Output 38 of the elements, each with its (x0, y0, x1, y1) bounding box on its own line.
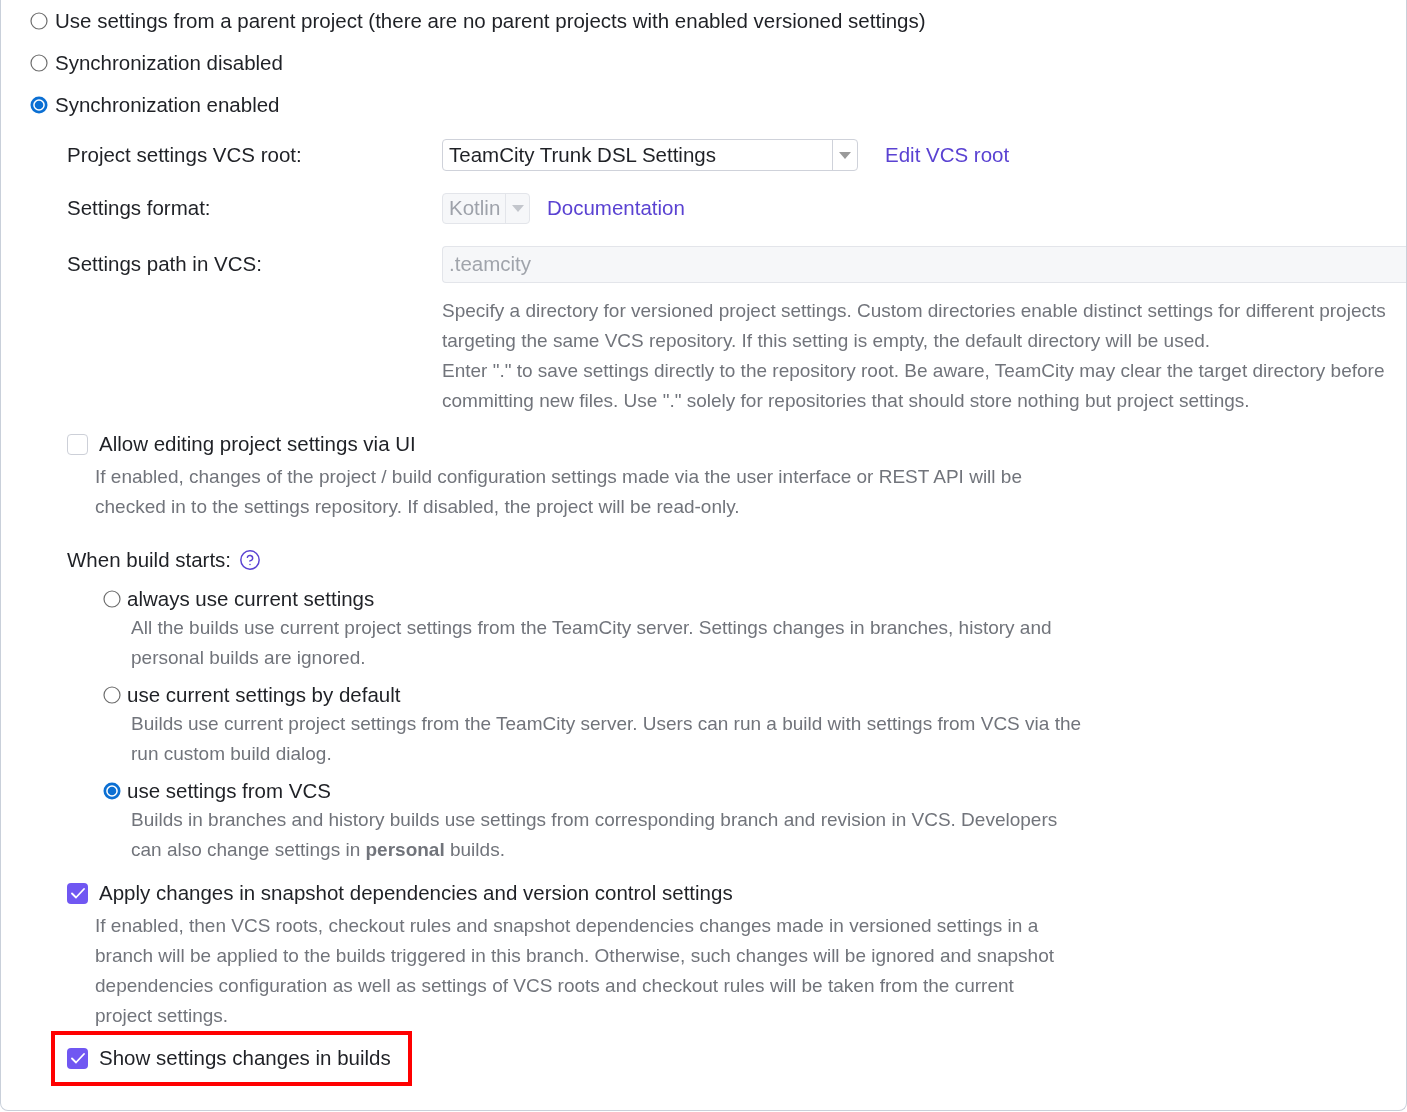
field-label: Settings path in VCS: (67, 251, 263, 278)
help-text: Specify a directory for versioned project settings. Custom directories enable distinct settings for different projects targeting the same VCS repository. If this setting is empty, the default directory will be used. (442, 299, 1387, 353)
field-label: Settings format: (67, 195, 212, 222)
option-label: always use current settings (127, 585, 375, 612)
option-description: If enabled, then VCS roots, checkout rules and snapshot dependencies changes made in versioned settings in a branch will be applied to the builds triggered in this branch. Otherwise, such changes will be ignored and snapshot dependencies configuration as well as settings of VCS roots and checkout rules will be taken from the current project settings. (95, 914, 1056, 1028)
checkmark-icon (70, 1053, 85, 1064)
checkbox[interactable] (67, 882, 88, 904)
checkmark-icon (70, 887, 85, 899)
caret-icon (511, 205, 524, 212)
dropdown-select[interactable]: TeamCity Trunk DSL Settings (442, 139, 858, 171)
radio-button[interactable] (30, 96, 48, 114)
section-label: When build starts: (67, 546, 232, 573)
option-description: Builds use current project settings from the TeamCity server. Users can run a build with settings from VCS via the run custom build dialog. (131, 712, 1083, 766)
checkbox[interactable] (67, 1048, 88, 1069)
option-label: Synchronization disabled (55, 49, 283, 76)
checkbox[interactable] (67, 433, 88, 455)
option-label: use settings from VCS (127, 777, 331, 804)
select-value: Kotlin (448, 195, 502, 222)
caret-icon (839, 151, 851, 159)
option-label: Synchronization enabled (55, 91, 280, 118)
option-label: use current settings by default (127, 681, 401, 708)
help-icon[interactable] (239, 549, 262, 571)
checkbox-label: Apply changes in snapshot dependencies and version control settings (99, 879, 733, 906)
radio-button[interactable] (103, 686, 121, 704)
radio-button[interactable] (30, 12, 48, 30)
checkbox-label: Allow editing project settings via UI (99, 430, 416, 457)
help-text: Enter "." to save settings directly to the repository root. Be aware, TeamCity may clear the target directory before committing new files. Use "." solely for repositories that should store nothing but project settings. (442, 359, 1386, 413)
option-description: If enabled, changes of the project / build configuration settings made via the user interface or REST API will be checked in to the settings repository. If disabled, the project will be read-only. (95, 465, 1023, 519)
select-value: TeamCity Trunk DSL Settings (448, 141, 717, 168)
option-description: Builds in branches and history builds use settings from corresponding branch and revision in VCS. Developers can also change settings in personal builds. (131, 808, 1059, 862)
edit-vcs-root-link[interactable]: Edit VCS root (885, 139, 1010, 171)
option-description: All the builds use current project settings from the TeamCity server. Settings changes in branches, history and personal builds are ignored. (131, 616, 1053, 670)
radio-button[interactable] (103, 782, 121, 800)
radio-button[interactable] (103, 590, 121, 608)
option-label: Use settings from a parent project (there are no parent projects with enabled versioned settings) (55, 7, 926, 34)
radio-button[interactable] (30, 54, 48, 72)
checkbox-label: Show settings changes in builds (99, 1045, 391, 1072)
field-label: Project settings VCS root: (67, 141, 303, 168)
